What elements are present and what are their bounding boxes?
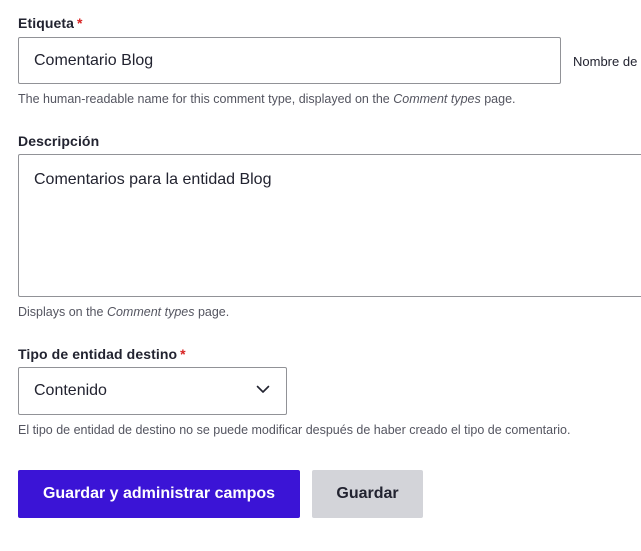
description-description-pre: Displays on the: [18, 305, 107, 319]
description-description-post: page.: [194, 305, 230, 319]
label-description-em: Comment types: [393, 92, 481, 106]
label-field-label-text: Etiqueta: [18, 15, 75, 31]
description-field-label-text: Descripción: [18, 133, 100, 149]
description-description-em: Comment types: [106, 305, 195, 319]
target-entity-selected-value: Contenido: [34, 382, 107, 399]
label-field-description: The human-readable name for this comment…: [18, 92, 516, 106]
comment-type-form: Etiqueta* Nombre de The human-readable n…: [0, 0, 641, 551]
target-entity-field-label-text: Tipo de entidad destino: [18, 346, 178, 362]
target-entity-field-description: El tipo de entidad de destino no se pued…: [18, 423, 571, 437]
description-textarea[interactable]: Comentarios para la entidad Blog: [18, 154, 641, 297]
chevron-down-icon: [256, 385, 270, 393]
save-button[interactable]: Guardar: [312, 470, 423, 518]
description-field-label: Descripción: [18, 133, 99, 149]
label-description-post: page.: [480, 92, 516, 106]
machine-name-prefix: Nombre de: [573, 54, 638, 69]
required-mark: *: [180, 346, 186, 362]
label-input[interactable]: [18, 37, 561, 84]
target-entity-field-label: Tipo de entidad destino *: [18, 346, 186, 362]
label-description-pre: The human-readable name for this comment…: [18, 92, 394, 106]
description-field-description: Displays on the Comment types page.: [18, 305, 229, 319]
target-entity-select[interactable]: Contenido: [18, 367, 287, 415]
description-textarea-value: Comentarios para la entidad Blog: [34, 171, 272, 188]
required-mark: *: [77, 15, 83, 31]
save-and-manage-fields-button[interactable]: Guardar y administrar campos: [18, 470, 300, 518]
label-field-label: Etiqueta *: [18, 15, 83, 31]
